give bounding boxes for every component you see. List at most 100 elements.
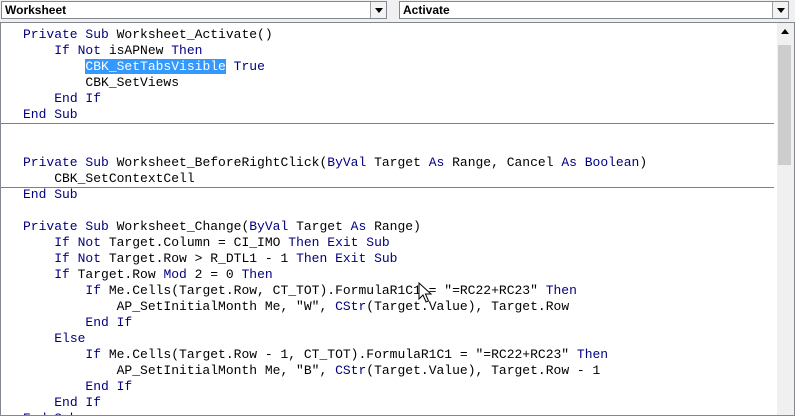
code-token: 2 = 0 — [194, 267, 242, 282]
code-token: Target.Column = CI_IMO — [108, 235, 289, 250]
code-keyword: Then — [545, 283, 577, 298]
code-line[interactable]: End If — [23, 315, 774, 331]
code-line[interactable]: End If — [23, 395, 774, 411]
code-line[interactable]: End If — [23, 379, 774, 395]
chevron-down-icon[interactable] — [772, 2, 788, 18]
code-token: CBK_SetContextCell — [23, 171, 195, 186]
code-line[interactable]: CBK_SetViews — [23, 75, 774, 91]
code-keyword: CStr — [335, 363, 367, 378]
code-keyword: Then Exit Sub — [296, 251, 398, 266]
mouse-pointer-icon — [418, 282, 432, 303]
code-keyword: CStr — [335, 299, 367, 314]
code-keyword: As — [350, 219, 375, 234]
code-token: (Target.Value), Target.Row — [366, 299, 570, 314]
procedure-separator — [1, 123, 774, 124]
code-line[interactable]: If Me.Cells(Target.Row, CT_TOT).FormulaR… — [23, 283, 774, 299]
scrollbar-thumb[interactable] — [778, 45, 791, 165]
code-token: (Target.Value), Target.Row - 1 — [366, 363, 601, 378]
code-keyword: If Not — [54, 251, 109, 266]
vertical-scrollbar[interactable] — [777, 23, 794, 415]
code-line[interactable]: AP_SetInitialMonth Me, "B", CStr(Target.… — [23, 363, 774, 379]
code-keyword: End Sub — [23, 411, 78, 415]
code-token: Worksheet_BeforeRightClick( — [116, 155, 328, 170]
code-line[interactable]: If Not isAPNew Then — [23, 43, 774, 59]
code-token: Me.Cells(Target.Row - 1, CT_TOT).Formula… — [108, 347, 577, 362]
code-line[interactable]: Private Sub Worksheet_Change(ByVal Targe… — [23, 219, 774, 235]
code-keyword: End Sub — [23, 187, 78, 202]
code-line[interactable]: If Target.Row Mod 2 = 0 Then — [23, 267, 774, 283]
code-keyword: As Boolean — [561, 155, 640, 170]
code-keyword: If Not — [54, 235, 109, 250]
code-token: isAPNew — [108, 43, 172, 58]
code-token: AP_SetInitialMonth Me, "B", — [23, 363, 336, 378]
procedure-separator — [1, 187, 774, 188]
code-window-toolbar: Worksheet Activate — [0, 0, 795, 22]
code-line[interactable]: Private Sub Worksheet_Activate() — [23, 27, 774, 43]
code-keyword: As — [428, 155, 453, 170]
code-text[interactable]: Private Sub Worksheet_Activate() If Not … — [23, 27, 774, 415]
code-keyword: Then — [171, 43, 203, 58]
code-token: Target.Row — [77, 267, 164, 282]
code-token: AP_SetInitialMonth Me, "W", — [23, 299, 336, 314]
code-line[interactable]: End Sub — [23, 107, 774, 123]
code-token: Range) — [374, 219, 421, 234]
code-keyword: End If — [85, 315, 133, 330]
code-token: ) — [639, 155, 648, 170]
code-token: CBK_SetViews — [23, 75, 180, 90]
code-keyword: End If — [54, 91, 102, 106]
code-keyword: If — [85, 283, 109, 298]
code-token: Target.Row > R_DTL1 - 1 — [108, 251, 297, 266]
code-keyword: Private Sub — [23, 219, 117, 234]
code-token: Worksheet_Change( — [116, 219, 250, 234]
code-keyword: Then — [576, 347, 609, 362]
code-line[interactable]: End If — [23, 91, 774, 107]
blank-line[interactable] — [23, 123, 774, 139]
code-keyword: Mod — [163, 267, 195, 282]
code-keyword: If — [85, 347, 109, 362]
code-line[interactable]: AP_SetInitialMonth Me, "W", CStr(Target.… — [23, 299, 774, 315]
code-token: Target — [374, 155, 429, 170]
code-keyword: ByVal — [327, 155, 375, 170]
code-line[interactable]: CBK_SetTabsVisible True — [23, 59, 774, 75]
code-editor[interactable]: Private Sub Worksheet_Activate() If Not … — [0, 22, 795, 416]
object-dropdown-value: Worksheet — [5, 3, 67, 17]
code-line[interactable]: If Not Target.Row > R_DTL1 - 1 Then Exit… — [23, 251, 774, 267]
procedure-dropdown[interactable]: Activate — [399, 1, 789, 19]
code-keyword: Private Sub — [23, 27, 117, 42]
code-line[interactable]: End Sub — [23, 411, 774, 415]
chevron-down-icon[interactable] — [370, 2, 386, 18]
code-keyword: If Not — [54, 43, 109, 58]
code-line[interactable]: CBK_SetContextCell — [23, 171, 774, 187]
code-keyword: Then — [241, 267, 273, 282]
code-keyword: End Sub — [23, 107, 78, 122]
code-line[interactable]: If Not Target.Column = CI_IMO Then Exit … — [23, 235, 774, 251]
scroll-up-icon[interactable] — [781, 29, 789, 34]
code-line[interactable]: Else — [23, 331, 774, 347]
blank-line[interactable] — [23, 139, 774, 155]
selected-text: CBK_SetTabsVisible — [85, 59, 226, 74]
procedure-dropdown-value: Activate — [403, 3, 450, 17]
code-keyword: True — [233, 59, 265, 74]
code-line[interactable]: Private Sub Worksheet_BeforeRightClick(B… — [23, 155, 774, 171]
code-keyword: Then Exit Sub — [288, 235, 390, 250]
code-token: Me.Cells(Target.Row, CT_TOT).FormulaR1C1… — [108, 283, 546, 298]
object-dropdown[interactable]: Worksheet — [1, 1, 387, 19]
code-token: Target — [296, 219, 351, 234]
code-line[interactable]: End Sub — [23, 187, 774, 203]
code-keyword: Else — [54, 331, 86, 346]
code-line[interactable]: If Me.Cells(Target.Row - 1, CT_TOT).Form… — [23, 347, 774, 363]
code-keyword: ByVal — [249, 219, 297, 234]
blank-line[interactable] — [23, 203, 774, 219]
